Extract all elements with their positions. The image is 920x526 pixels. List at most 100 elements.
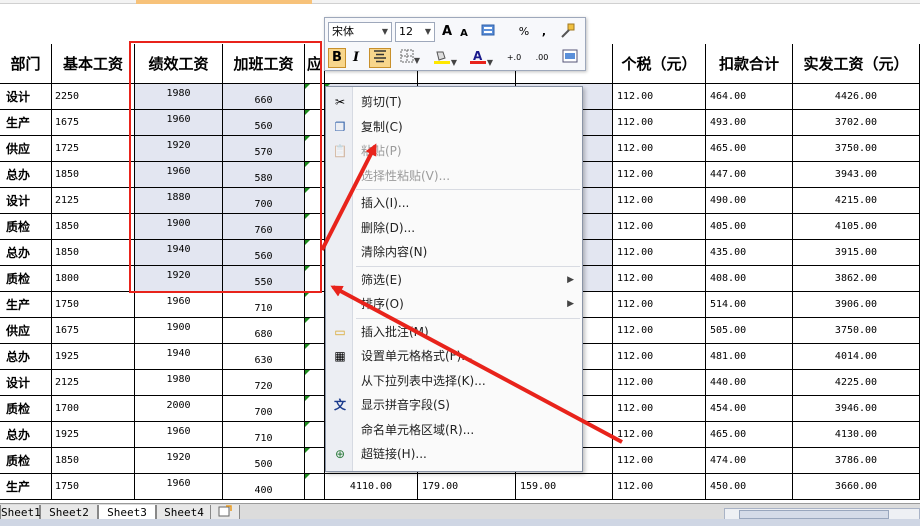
net-salary-cell[interactable]: 3946.00 — [793, 396, 920, 422]
deduction-cell[interactable]: 493.00 — [706, 110, 793, 136]
dept-cell[interactable]: 设计 — [0, 370, 52, 396]
deduction-cell[interactable]: 514.00 — [706, 292, 793, 318]
overtime-salary-cell[interactable]: 630 — [223, 344, 305, 370]
deduction-cell[interactable]: 481.00 — [706, 344, 793, 370]
base-salary-cell[interactable]: 1700 — [52, 396, 135, 422]
dept-cell[interactable]: 生产 — [0, 474, 52, 500]
fill-color-button[interactable]: ▼ — [429, 48, 461, 68]
hidden-cell[interactable] — [305, 422, 325, 448]
menu-item[interactable]: ❐ 复制(C) — [326, 115, 582, 139]
borders-button[interactable]: ▼ — [395, 48, 425, 68]
percent-style-button[interactable]: % — [515, 22, 533, 42]
base-salary-cell[interactable]: 1850 — [52, 214, 135, 240]
hidden-cell[interactable] — [305, 344, 325, 370]
base-salary-cell[interactable]: 1800 — [52, 266, 135, 292]
dept-cell[interactable]: 总办 — [0, 422, 52, 448]
base-salary-cell[interactable]: 1675 — [52, 318, 135, 344]
dept-cell[interactable]: 总办 — [0, 162, 52, 188]
deduction-cell[interactable]: 405.00 — [706, 214, 793, 240]
net-salary-cell[interactable]: 4426.00 — [793, 84, 920, 110]
middle-value-cell[interactable]: 4110.00 — [325, 474, 418, 500]
net-salary-cell[interactable]: 3702.00 — [793, 110, 920, 136]
font-size-select[interactable]: 12 ▼ — [395, 22, 435, 42]
menu-item[interactable]: ⊕ 超链接(H)... — [326, 442, 582, 466]
net-salary-cell[interactable]: 4014.00 — [793, 344, 920, 370]
overtime-salary-cell[interactable]: 710 — [223, 292, 305, 318]
hidden-cell[interactable] — [305, 318, 325, 344]
increase-decimal-button[interactable]: +.0 — [501, 48, 527, 68]
base-salary-cell[interactable]: 1675 — [52, 110, 135, 136]
net-salary-cell[interactable]: 3750.00 — [793, 318, 920, 344]
deduction-cell[interactable]: 435.00 — [706, 240, 793, 266]
net-salary-cell[interactable]: 4215.00 — [793, 188, 920, 214]
perf-salary-cell[interactable]: 1960 — [135, 292, 223, 318]
base-salary-cell[interactable]: 1925 — [52, 422, 135, 448]
hidden-cell[interactable] — [305, 292, 325, 318]
menu-item[interactable]: 插入(I)... — [326, 191, 582, 215]
perf-salary-cell[interactable]: 1960 — [135, 422, 223, 448]
menu-item[interactable]: 从下拉列表中选择(K)... — [326, 369, 582, 393]
tax-cell[interactable]: 112.00 — [613, 110, 706, 136]
scrollbar-thumb[interactable] — [739, 510, 889, 519]
menu-item[interactable]: ✂ 剪切(T) — [326, 90, 582, 114]
hidden-cell[interactable] — [305, 448, 325, 474]
dept-cell[interactable]: 质检 — [0, 448, 52, 474]
dept-cell[interactable]: 总办 — [0, 344, 52, 370]
perf-salary-cell[interactable]: 1920 — [135, 448, 223, 474]
tax-cell[interactable]: 112.00 — [613, 396, 706, 422]
deduction-cell[interactable]: 447.00 — [706, 162, 793, 188]
net-salary-cell[interactable]: 3862.00 — [793, 266, 920, 292]
overtime-salary-cell[interactable]: 400 — [223, 474, 305, 500]
column-header[interactable]: 基本工资 — [52, 44, 135, 84]
menu-item[interactable]: 选择性粘贴(V)... — [326, 164, 582, 188]
tax-cell[interactable]: 112.00 — [613, 318, 706, 344]
tax-cell[interactable]: 112.00 — [613, 240, 706, 266]
column-header[interactable]: 扣款合计 — [706, 44, 793, 84]
deduction-cell[interactable]: 454.00 — [706, 396, 793, 422]
base-salary-cell[interactable]: 2125 — [52, 188, 135, 214]
column-header[interactable]: 个税（元） — [613, 44, 706, 84]
shrink-font-button[interactable]: A — [457, 24, 471, 42]
perf-salary-cell[interactable]: 2000 — [135, 396, 223, 422]
tax-cell[interactable]: 112.00 — [613, 448, 706, 474]
bold-button[interactable]: B — [328, 48, 346, 68]
menu-item[interactable]: 排序(O) ▶ — [326, 292, 582, 316]
center-align-button[interactable] — [369, 48, 391, 68]
menu-item[interactable]: 📋 粘贴(P) — [326, 139, 582, 163]
deduction-cell[interactable]: 464.00 — [706, 84, 793, 110]
hidden-cell[interactable] — [305, 474, 325, 500]
dept-cell[interactable]: 生产 — [0, 292, 52, 318]
deduction-cell[interactable]: 465.00 — [706, 422, 793, 448]
base-salary-cell[interactable]: 1750 — [52, 474, 135, 500]
grow-font-button[interactable]: A — [439, 22, 455, 42]
tax-cell[interactable]: 112.00 — [613, 188, 706, 214]
deduction-cell[interactable]: 465.00 — [706, 136, 793, 162]
overtime-salary-cell[interactable]: 710 — [223, 422, 305, 448]
comma-style-button[interactable]: , — [537, 22, 551, 42]
tax-cell[interactable]: 112.00 — [613, 422, 706, 448]
dept-cell[interactable]: 质检 — [0, 396, 52, 422]
menu-item[interactable]: 清除内容(N) — [326, 240, 582, 264]
net-salary-cell[interactable]: 3943.00 — [793, 162, 920, 188]
format-painter-button[interactable] — [557, 22, 579, 42]
overtime-salary-cell[interactable]: 500 — [223, 448, 305, 474]
merge-cells-button[interactable] — [559, 48, 581, 68]
overtime-salary-cell[interactable]: 680 — [223, 318, 305, 344]
perf-salary-cell[interactable]: 1980 — [135, 370, 223, 396]
italic-button[interactable]: I — [348, 48, 364, 68]
dept-cell[interactable]: 供应 — [0, 136, 52, 162]
hidden-cell[interactable] — [305, 396, 325, 422]
font-name-select[interactable]: 宋体 ▼ — [328, 22, 392, 42]
menu-item[interactable]: 删除(D)... — [326, 216, 582, 240]
deduction-cell[interactable]: 490.00 — [706, 188, 793, 214]
middle-value-cell[interactable]: 179.00 — [418, 474, 516, 500]
decrease-decimal-button[interactable]: .00 — [529, 48, 555, 68]
deduction-cell[interactable]: 408.00 — [706, 266, 793, 292]
deduction-cell[interactable]: 450.00 — [706, 474, 793, 500]
tax-cell[interactable]: 112.00 — [613, 292, 706, 318]
base-salary-cell[interactable]: 1725 — [52, 136, 135, 162]
perf-salary-cell[interactable]: 1900 — [135, 318, 223, 344]
menu-item[interactable]: ▭ 插入批注(M) — [326, 320, 582, 344]
font-color-button[interactable]: A ▼ — [465, 48, 497, 68]
base-salary-cell[interactable]: 2250 — [52, 84, 135, 110]
